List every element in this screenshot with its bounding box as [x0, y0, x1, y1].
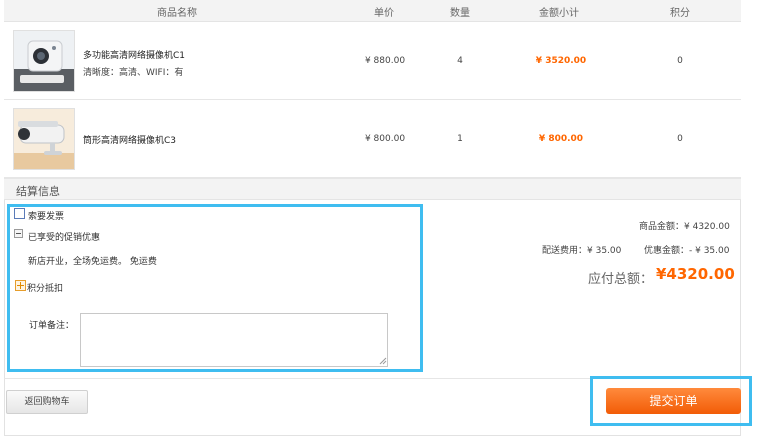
bullet-camera-product-image[interactable]	[13, 108, 75, 170]
column-quantity: 数量	[450, 8, 470, 19]
resize-grip-icon[interactable]	[379, 357, 387, 365]
points: 0	[677, 56, 683, 66]
collapse-icon[interactable]	[14, 229, 23, 238]
points: 0	[677, 134, 683, 144]
subtotal: ¥ 3520.00	[535, 56, 587, 66]
camera-product-image[interactable]	[13, 30, 75, 92]
total-value: ¥4320.00	[656, 265, 735, 283]
promo-label[interactable]: 已享受的促销优惠	[28, 230, 100, 243]
quantity: 4	[457, 56, 463, 66]
table-row: 筒形高清网络摄像机C3 ¥ 800.00 1 ¥ 800.00 0	[4, 100, 741, 178]
unit-price: ¥ 880.00	[364, 56, 406, 66]
product-name[interactable]: 多功能高清网络摄像机C1	[83, 48, 185, 61]
shipping-fee: 配送费用：¥ 35.00	[542, 246, 622, 256]
table-header: 商品名称 单价 数量 金额小计 积分	[4, 0, 741, 22]
unit-price: ¥ 800.00	[364, 134, 406, 144]
settlement-title: 结算信息	[16, 185, 60, 198]
quantity: 1	[457, 134, 463, 144]
discount-amount: 优惠金额：- ¥ 35.00	[644, 246, 730, 256]
column-points: 积分	[670, 8, 690, 19]
submit-order-button[interactable]: 提交订单	[606, 388, 741, 414]
product-name[interactable]: 筒形高清网络摄像机C3	[83, 133, 176, 146]
total-label: 应付总额：	[588, 272, 654, 287]
remark-label: 订单备注：	[29, 321, 75, 331]
column-unit-price: 单价	[374, 8, 394, 19]
product-spec: 清晰度：高清、WIFI：有	[83, 68, 184, 78]
goods-amount: 商品金额：¥ 4320.00	[639, 222, 730, 232]
invoice-checkbox[interactable]	[14, 208, 25, 219]
back-to-cart-button[interactable]: 返回购物车	[6, 390, 88, 414]
expand-icon[interactable]	[15, 280, 26, 291]
table-row: 多功能高清网络摄像机C1 清晰度：高清、WIFI：有 ¥ 880.00 4 ¥ …	[4, 22, 741, 100]
invoice-label[interactable]: 索要发票	[28, 209, 64, 222]
settlement-header: 结算信息	[4, 178, 741, 200]
points-deduct-label[interactable]: 积分抵扣	[27, 281, 63, 294]
subtotal: ¥ 800.00	[538, 134, 584, 144]
column-product-name: 商品名称	[157, 8, 197, 19]
promo-text: 新店开业，全场免运费。 免运费	[28, 257, 157, 267]
order-remark-input[interactable]	[80, 313, 388, 367]
column-subtotal: 金额小计	[539, 8, 579, 19]
